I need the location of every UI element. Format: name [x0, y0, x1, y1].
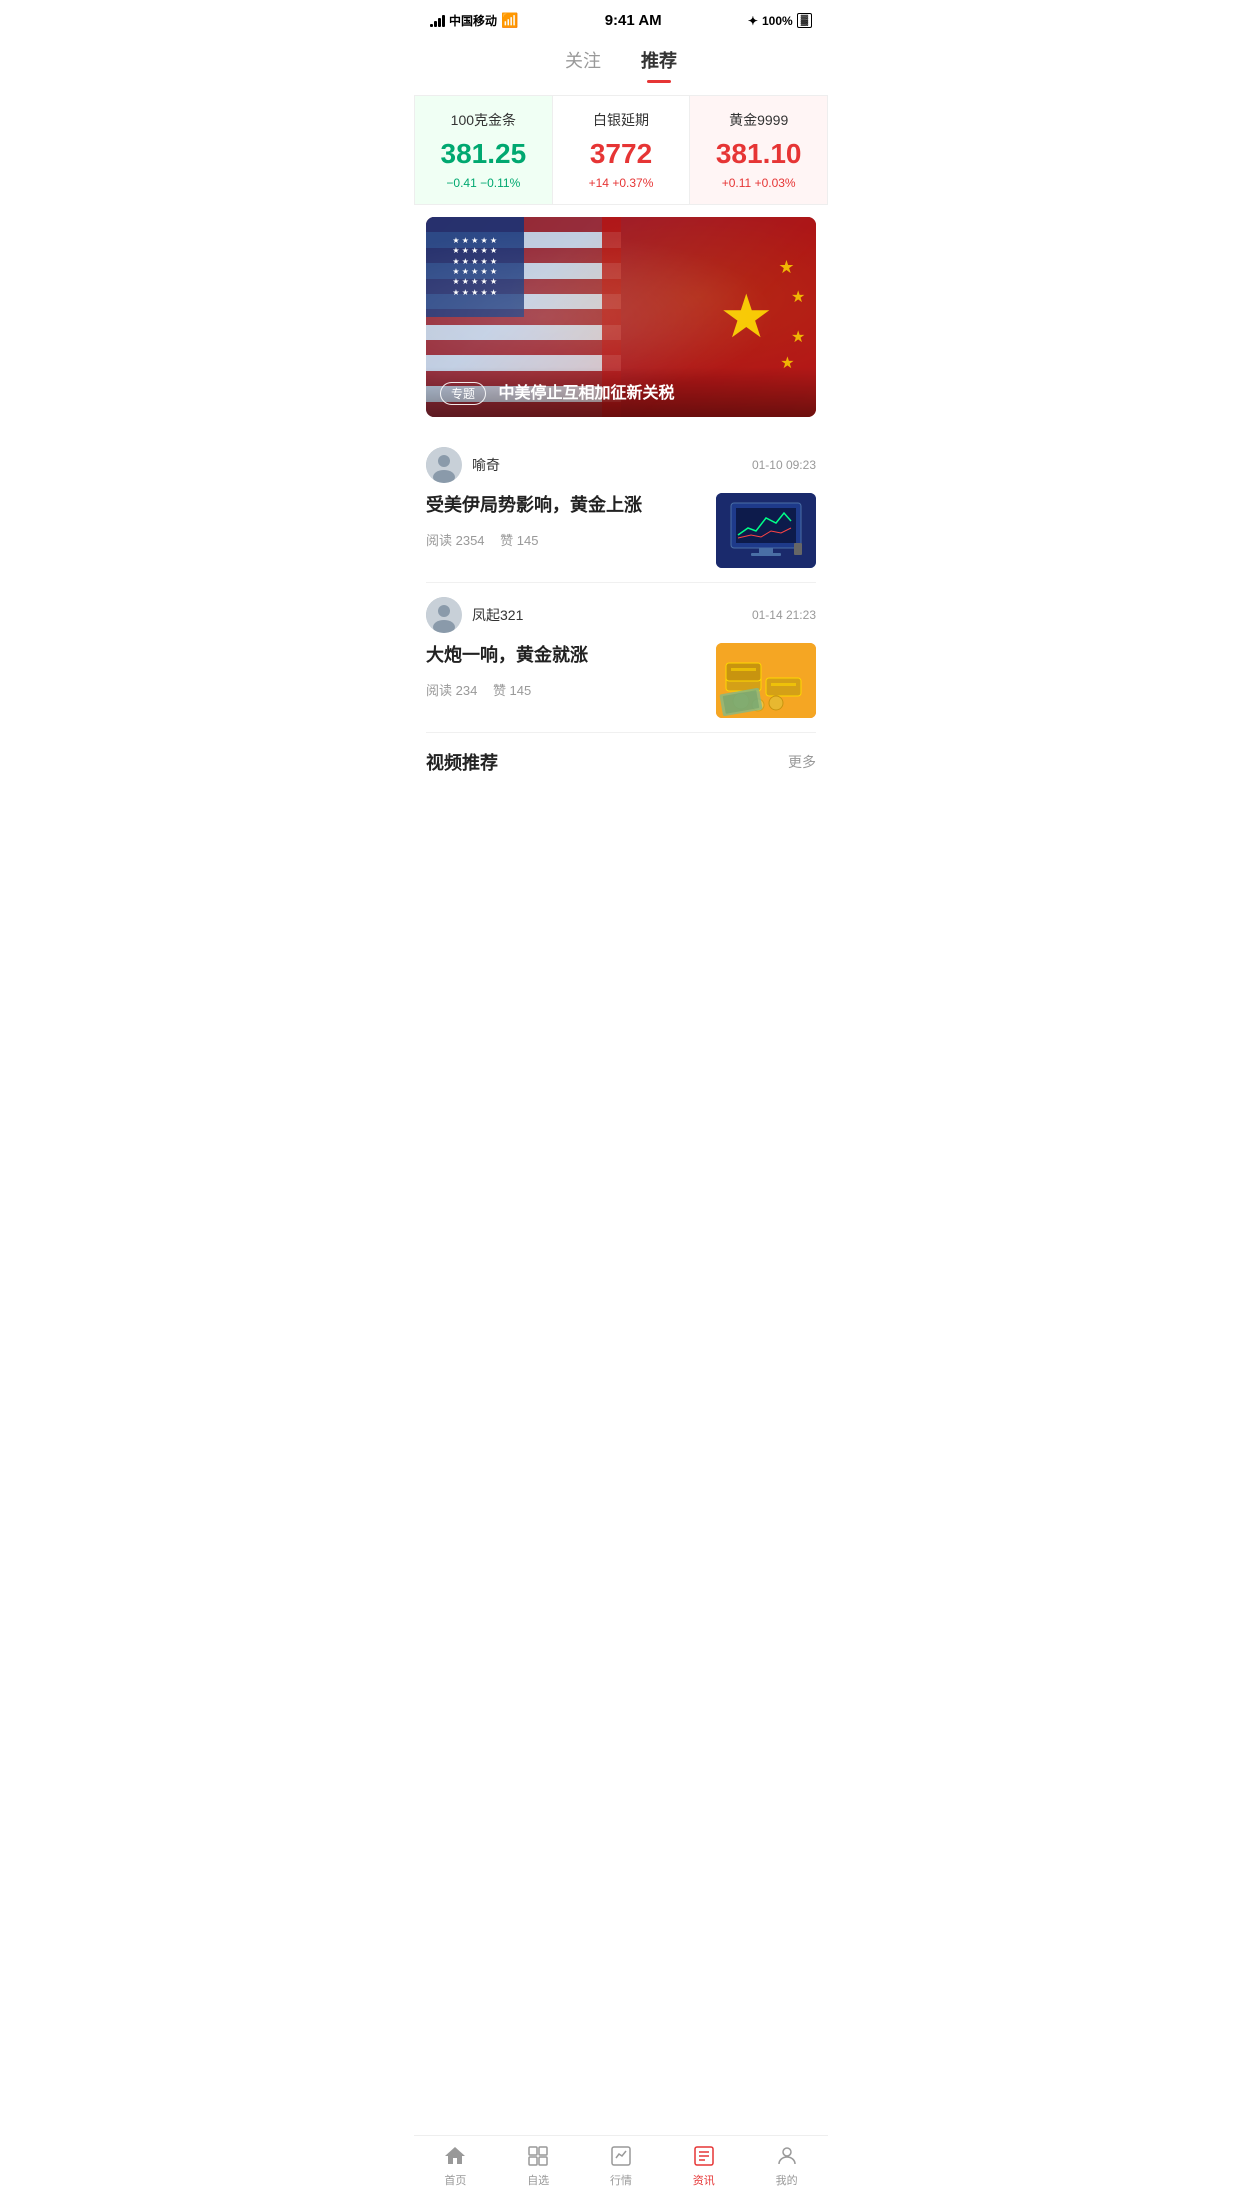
price-card-silver[interactable]: 白银延期 3772 +14 +0.37%: [553, 96, 691, 204]
bluetooth-icon: ✦: [748, 14, 758, 28]
news-icon: [692, 2144, 716, 2168]
card-name-silver: 白银延期: [565, 110, 678, 130]
thumb-gold-icon: [716, 643, 816, 718]
person-icon: [775, 2144, 799, 2168]
article-date-2: 01-14 21:23: [752, 608, 816, 622]
banner[interactable]: ★ ★ ★ ★ ★★ ★ ★ ★ ★★ ★ ★ ★ ★★ ★ ★ ★ ★★ ★ …: [426, 217, 816, 417]
card-change-gold9999: +0.11 +0.03%: [702, 176, 815, 190]
avatar-image-1: [426, 447, 462, 483]
article-title-2: 大炮一响，黄金就涨: [426, 643, 704, 668]
nav-item-home[interactable]: 首页: [414, 2144, 497, 2188]
status-bar: 中国移动 📶 9:41 AM ✦ 100% ▓: [414, 0, 828, 35]
article-header-1: 喻奇 01-10 09:23: [426, 447, 816, 483]
article-text-2: 大炮一响，黄金就涨 阅读 234 赞 145: [426, 643, 704, 699]
nav-item-market[interactable]: 行情: [580, 2144, 663, 2188]
author-info-1: 喻奇: [426, 447, 500, 483]
article-likes-2: 赞 145: [493, 683, 531, 698]
status-right: ✦ 100% ▓: [748, 13, 812, 28]
article-date-1: 01-10 09:23: [752, 458, 816, 472]
grid-icon: [526, 2144, 550, 2168]
article-thumb-2: [716, 643, 816, 718]
home-icon: [443, 2144, 467, 2168]
article-thumb-1: [716, 493, 816, 568]
nav-label-news: 资讯: [693, 2172, 715, 2188]
article-title-1: 受美伊局势影响，黄金上涨: [426, 493, 704, 518]
price-cards-container: 100克金条 381.25 −0.41 −0.11% 白银延期 3772 +14…: [414, 95, 828, 205]
price-card-gold-bar[interactable]: 100克金条 381.25 −0.41 −0.11%: [415, 96, 553, 204]
carrier-label: 中国移动: [449, 12, 497, 29]
tab-recommend[interactable]: 推荐: [641, 47, 677, 83]
article-body-2: 大炮一响，黄金就涨 阅读 234 赞 145: [426, 643, 816, 718]
battery-icon: ▓: [797, 13, 812, 28]
author-name-2: 凤起321: [472, 605, 523, 625]
card-price-silver: 3772: [565, 138, 678, 170]
article-text-1: 受美伊局势影响，黄金上涨 阅读 2354 赞 145: [426, 493, 704, 549]
banner-content: 专题 中美停止互相加征新关税: [426, 367, 816, 417]
article-reads-1: 阅读 2354: [426, 533, 485, 548]
signal-bars-icon: [430, 15, 445, 27]
article-reads-2: 阅读 234: [426, 683, 477, 698]
nav-label-home: 首页: [444, 2172, 466, 2188]
card-change-gold-bar: −0.41 −0.11%: [427, 176, 540, 190]
article-stats-1: 阅读 2354 赞 145: [426, 530, 704, 549]
nav-item-watchlist[interactable]: 自选: [497, 2144, 580, 2188]
nav-label-profile: 我的: [776, 2172, 798, 2188]
card-change-silver: +14 +0.37%: [565, 176, 678, 190]
card-price-gold9999: 381.10: [702, 138, 815, 170]
author-info-2: 凤起321: [426, 597, 523, 633]
article-item-2[interactable]: 凤起321 01-14 21:23 大炮一响，黄金就涨 阅读 234 赞 145: [426, 583, 816, 733]
nav-item-news[interactable]: 资讯: [662, 2144, 745, 2188]
card-name-gold9999: 黄金9999: [702, 110, 815, 130]
section-title: 视频推荐: [426, 749, 498, 775]
price-card-gold9999[interactable]: 黄金9999 381.10 +0.11 +0.03%: [690, 96, 827, 204]
author-name-1: 喻奇: [472, 455, 500, 475]
video-section-header: 视频推荐 更多: [414, 733, 828, 787]
article-likes-1: 赞 145: [500, 533, 538, 548]
author-avatar-2: [426, 597, 462, 633]
article-list: 喻奇 01-10 09:23 受美伊局势影响，黄金上涨 阅读 2354 赞 14…: [414, 433, 828, 733]
status-time: 9:41 AM: [605, 12, 662, 29]
author-avatar-1: [426, 447, 462, 483]
article-item-1[interactable]: 喻奇 01-10 09:23 受美伊局势影响，黄金上涨 阅读 2354 赞 14…: [426, 433, 816, 583]
banner-tag: 专题: [440, 382, 486, 405]
avatar-image-2: [426, 597, 462, 633]
bottom-nav: 首页 自选 行情 资讯 我的: [414, 2135, 828, 2208]
chart-icon: [609, 2144, 633, 2168]
status-left: 中国移动 📶: [430, 12, 518, 29]
article-stats-2: 阅读 234 赞 145: [426, 680, 704, 699]
nav-label-watchlist: 自选: [527, 2172, 549, 2188]
section-more[interactable]: 更多: [788, 752, 816, 772]
tab-header: 关注 推荐: [414, 35, 828, 83]
wifi-icon: 📶: [501, 12, 518, 29]
nav-label-market: 行情: [610, 2172, 632, 2188]
article-body-1: 受美伊局势影响，黄金上涨 阅读 2354 赞 145: [426, 493, 816, 568]
tab-follow[interactable]: 关注: [565, 47, 601, 83]
nav-item-profile[interactable]: 我的: [745, 2144, 828, 2188]
banner-title: 中美停止互相加征新关税: [498, 385, 674, 402]
card-name-gold-bar: 100克金条: [427, 110, 540, 130]
card-price-gold-bar: 381.25: [427, 138, 540, 170]
article-header-2: 凤起321 01-14 21:23: [426, 597, 816, 633]
battery-percent: 100%: [762, 14, 793, 28]
thumb-chart-icon: [716, 493, 816, 568]
